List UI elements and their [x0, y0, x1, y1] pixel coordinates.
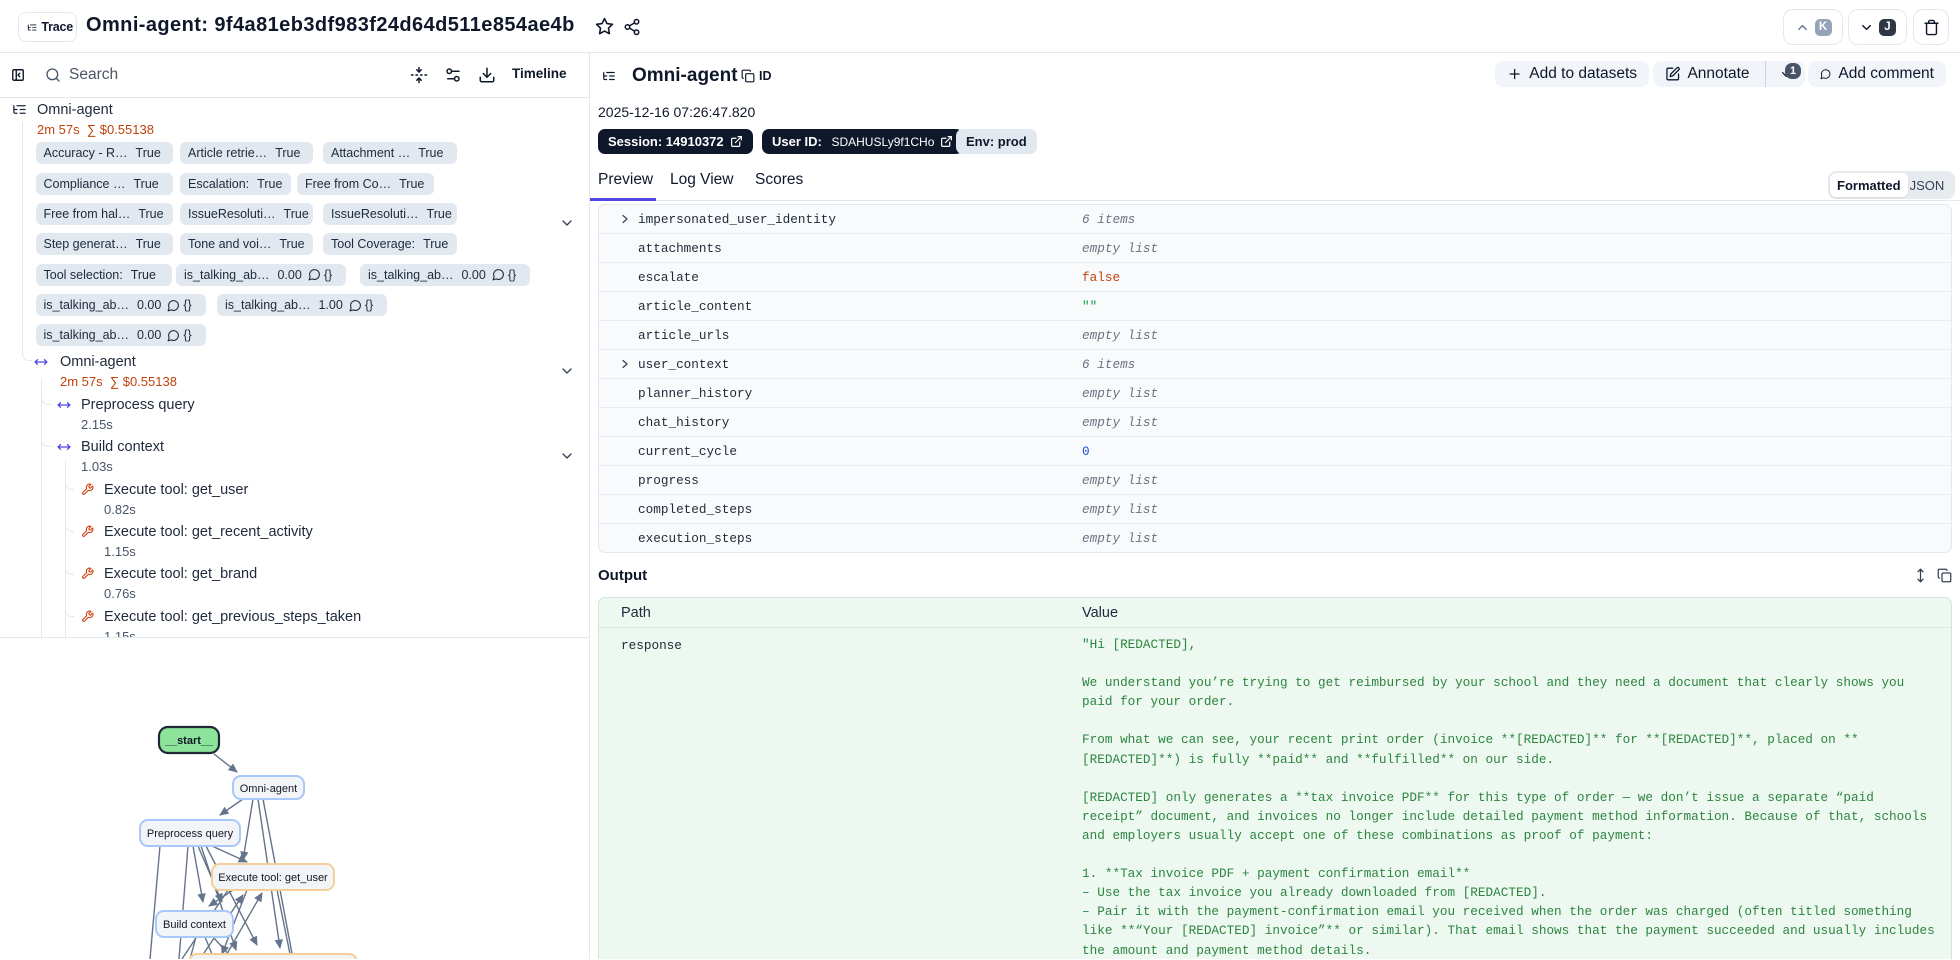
- svg-text:Execute tool: get_user: Execute tool: get_user: [218, 872, 328, 884]
- svg-text:Preprocess query: Preprocess query: [147, 828, 234, 840]
- svg-text:Omni-agent: Omni-agent: [240, 783, 297, 795]
- svg-text:__start__: __start__: [164, 735, 214, 747]
- svg-text:Build context: Build context: [163, 919, 226, 931]
